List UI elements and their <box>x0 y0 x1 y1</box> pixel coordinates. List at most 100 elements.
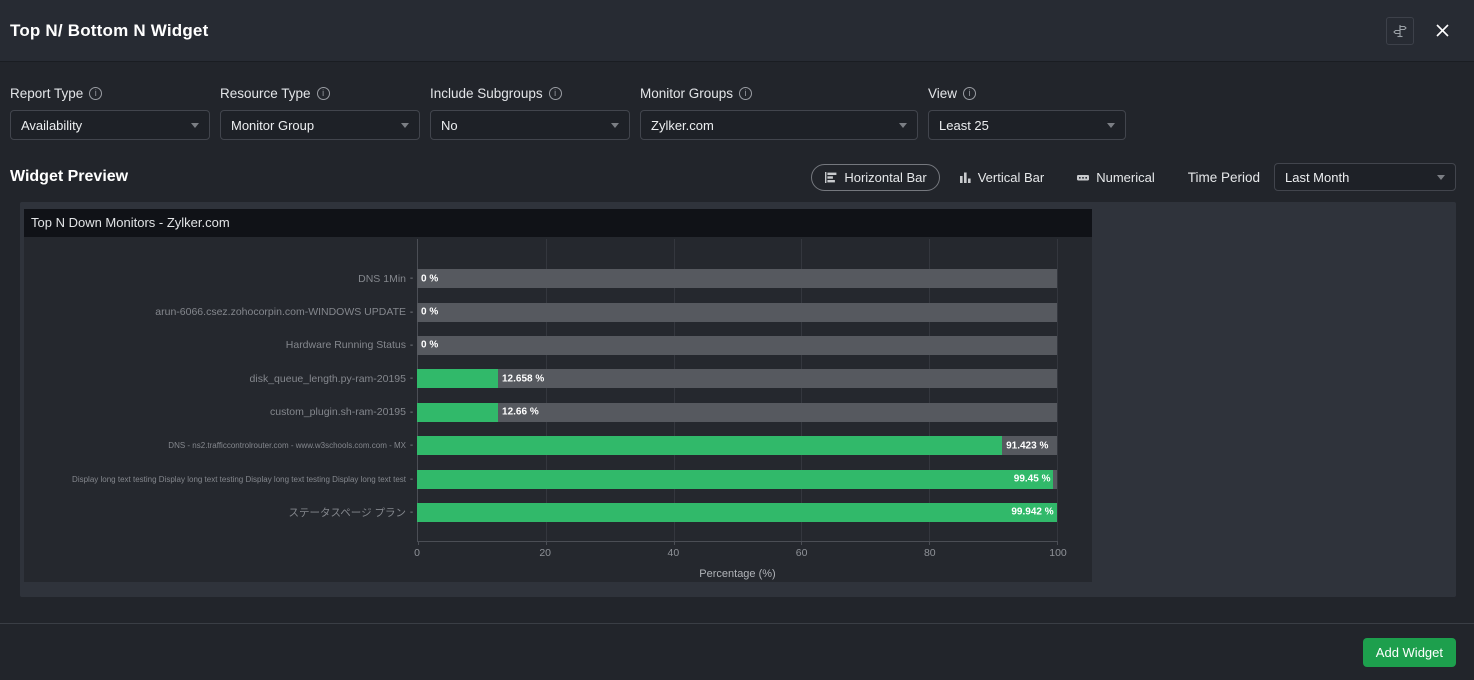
chart-type-label: Vertical Bar <box>978 170 1044 185</box>
bar-track: 12.66 % <box>417 403 1057 422</box>
chart-container: Top N Down Monitors - Zylker.com DNS 1Mi… <box>24 209 1092 582</box>
chart-canvas: DNS 1Min-0 %arun-6066.csez.zohocorpin.co… <box>24 237 1092 582</box>
chart-row: Hardware Running Status-0 % <box>24 329 1092 362</box>
chart-row: custom_plugin.sh-ram-20195- 12.66 % <box>24 396 1092 429</box>
y-tick-mark: - <box>406 507 417 518</box>
resource-type-label: Resource Type <box>220 86 311 101</box>
x-tick-mark <box>929 541 930 545</box>
category-label: DNS - ns2.trafficcontrolrouter.com - www… <box>24 441 406 450</box>
report-type-select[interactable]: Availability <box>10 110 210 140</box>
vertical-bar-icon <box>959 171 972 184</box>
bar-track: 12.658 % <box>417 369 1057 388</box>
report-type-label: Report Type <box>10 86 83 101</box>
resource-type-value: Monitor Group <box>231 118 314 133</box>
field-report-type: Report Type i Availability <box>10 86 210 140</box>
bar-value-label: 99.45 % <box>1014 474 1051 485</box>
y-tick-mark: - <box>406 307 417 318</box>
modal-header: Top N/ Bottom N Widget <box>0 0 1474 62</box>
bar-fill <box>417 403 498 422</box>
close-button[interactable] <box>1430 19 1454 43</box>
monitor-groups-select[interactable]: Zylker.com <box>640 110 918 140</box>
signpost-button[interactable] <box>1386 17 1414 45</box>
chart-type-toggle-group: Horizontal Bar Vertical Bar <box>811 164 1167 191</box>
category-label: disk_queue_length.py-ram-20195 <box>24 373 406 385</box>
modal-footer: Add Widget <box>0 623 1474 680</box>
chart-rows: DNS 1Min-0 %arun-6066.csez.zohocorpin.co… <box>24 239 1092 529</box>
numerical-icon <box>1076 171 1090 184</box>
category-label: arun-6066.csez.zohocorpin.com-WINDOWS UP… <box>24 306 406 318</box>
field-include-subgroups: Include Subgroups i No <box>430 86 630 140</box>
x-tick-mark <box>801 541 802 545</box>
bar-value-label: 91.423 % <box>1006 440 1048 451</box>
bar-track: 0 % <box>417 336 1057 355</box>
info-icon[interactable]: i <box>739 87 752 100</box>
view-select[interactable]: Least 25 <box>928 110 1126 140</box>
x-tick-label: 20 <box>539 547 551 559</box>
x-tick-label: 0 <box>414 547 420 559</box>
chart-type-numerical[interactable]: Numerical <box>1063 164 1168 191</box>
y-tick-mark: - <box>406 440 417 451</box>
chevron-down-icon <box>401 123 409 128</box>
time-period-select[interactable]: Last Month <box>1274 163 1456 191</box>
bar-value-label: 0 % <box>421 340 438 351</box>
info-icon[interactable]: i <box>549 87 562 100</box>
field-monitor-groups: Monitor Groups i Zylker.com <box>640 86 918 140</box>
y-tick-mark: - <box>406 273 417 284</box>
bar-track: 91.423 % <box>417 436 1057 455</box>
resource-type-select[interactable]: Monitor Group <box>220 110 420 140</box>
chevron-down-icon <box>611 123 619 128</box>
view-value: Least 25 <box>939 118 989 133</box>
include-subgroups-label: Include Subgroups <box>430 86 543 101</box>
chart-row: ステータスページ プラン-99.942 % <box>24 496 1092 529</box>
x-tick-mark <box>546 541 547 545</box>
chart-type-horizontal-bar[interactable]: Horizontal Bar <box>811 164 939 191</box>
chart-row: Display long text testing Display long t… <box>24 462 1092 495</box>
horizontal-bar-icon <box>824 171 838 184</box>
bar-value-label: 12.658 % <box>502 373 544 384</box>
x-tick-label: 40 <box>668 547 680 559</box>
bar-value-label: 0 % <box>421 273 438 284</box>
bar-fill <box>417 470 1053 489</box>
x-tick-mark <box>1057 541 1058 545</box>
info-icon[interactable]: i <box>963 87 976 100</box>
chart-row: arun-6066.csez.zohocorpin.com-WINDOWS UP… <box>24 295 1092 328</box>
preview-tools: Horizontal Bar Vertical Bar <box>811 163 1456 191</box>
add-widget-button[interactable]: Add Widget <box>1363 638 1456 667</box>
include-subgroups-select[interactable]: No <box>430 110 630 140</box>
chevron-down-icon <box>1107 123 1115 128</box>
header-actions <box>1386 17 1454 45</box>
time-period-label: Time Period <box>1188 170 1260 185</box>
bar-track: 99.942 % <box>417 503 1057 522</box>
y-tick-mark: - <box>406 340 417 351</box>
info-icon[interactable]: i <box>89 87 102 100</box>
category-label: ステータスページ プラン <box>24 505 406 520</box>
info-icon[interactable]: i <box>317 87 330 100</box>
bar-fill <box>417 503 1057 522</box>
chart-type-vertical-bar[interactable]: Vertical Bar <box>946 164 1057 191</box>
preview-header-row: Widget Preview Horizontal Bar <box>10 162 1456 192</box>
chart-title: Top N Down Monitors - Zylker.com <box>24 209 1092 237</box>
bar-value-label: 12.66 % <box>502 407 539 418</box>
category-label: Display long text testing Display long t… <box>24 475 406 484</box>
bar-value-label: 0 % <box>421 307 438 318</box>
bar-fill <box>417 369 498 388</box>
x-tick-mark <box>674 541 675 545</box>
monitor-groups-label: Monitor Groups <box>640 86 733 101</box>
widget-preview-panel: Top N Down Monitors - Zylker.com DNS 1Mi… <box>20 202 1456 597</box>
controls-row: Report Type i Availability Resource Type… <box>10 86 1474 140</box>
category-label: DNS 1Min <box>24 273 406 285</box>
x-tick-mark <box>418 541 419 545</box>
bar-track: 0 % <box>417 303 1057 322</box>
widget-preview-heading: Widget Preview <box>10 168 128 186</box>
chevron-down-icon <box>899 123 907 128</box>
report-type-value: Availability <box>21 118 82 133</box>
chevron-down-icon <box>191 123 199 128</box>
y-tick-mark: - <box>406 407 417 418</box>
include-subgroups-value: No <box>441 118 458 133</box>
chevron-down-icon <box>1437 175 1445 180</box>
category-label: Hardware Running Status <box>24 339 406 351</box>
time-period-value: Last Month <box>1285 170 1349 185</box>
y-tick-mark: - <box>406 373 417 384</box>
x-axis-title: Percentage (%) <box>417 568 1058 580</box>
category-label: custom_plugin.sh-ram-20195 <box>24 406 406 418</box>
